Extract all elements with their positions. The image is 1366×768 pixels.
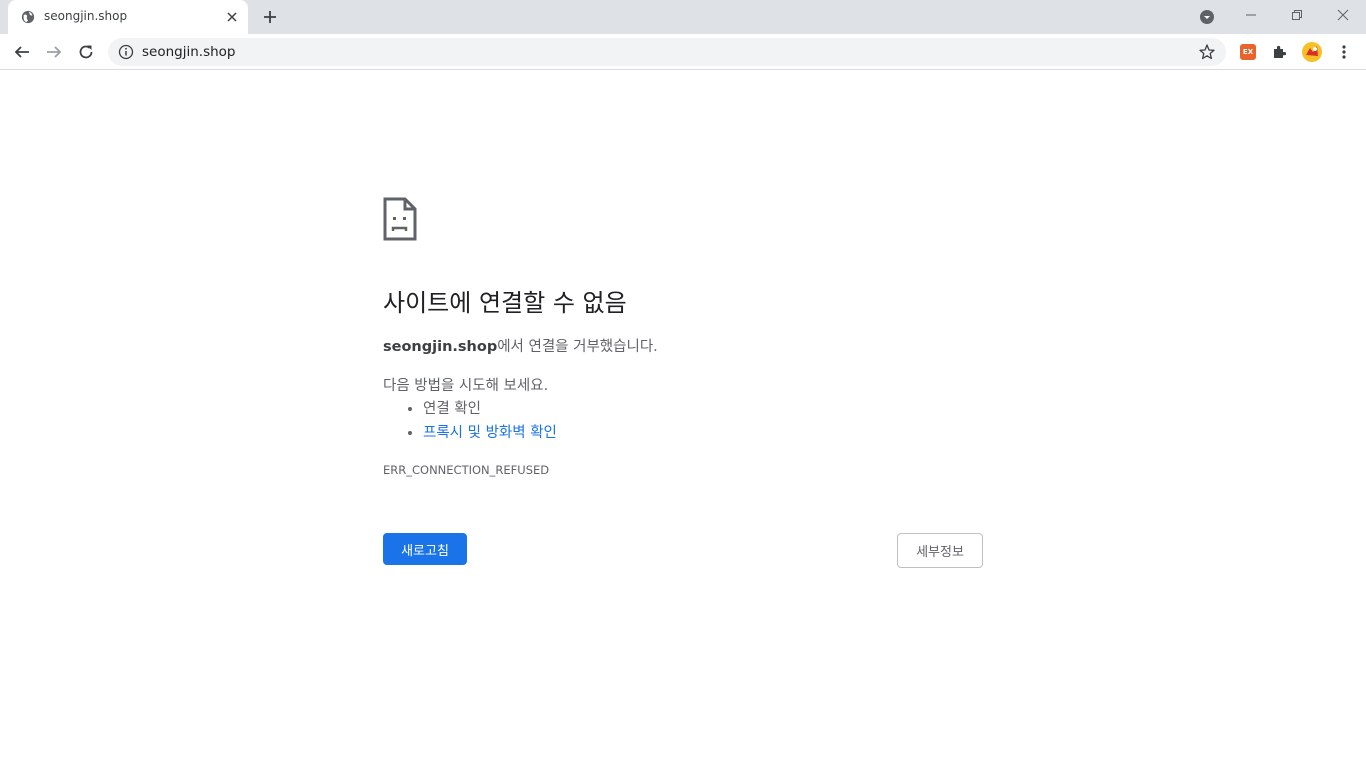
tab-title: seongjin.shop xyxy=(44,9,128,23)
close-window-button[interactable] xyxy=(1324,0,1362,30)
error-description: seongjin.shop에서 연결을 거부했습니다. xyxy=(383,335,658,356)
forward-button[interactable] xyxy=(42,40,66,64)
bookmark-star-icon[interactable] xyxy=(1198,43,1216,61)
suggestions-list: 연결 확인 프록시 및 방화벽 확인 xyxy=(383,397,557,445)
profile-avatar-button[interactable] xyxy=(1300,40,1324,64)
error-code: ERR_CONNECTION_REFUSED xyxy=(383,463,550,477)
error-host: seongjin.shop xyxy=(383,339,498,355)
url-text: seongjin.shop xyxy=(142,44,236,60)
new-tab-icon[interactable] xyxy=(260,7,280,27)
suggestion-check-connection: 연결 확인 xyxy=(423,397,557,421)
site-info-icon[interactable] xyxy=(118,44,134,60)
restore-button[interactable] xyxy=(1278,0,1316,30)
minimize-icon xyxy=(1246,14,1256,16)
details-button[interactable]: 세부정보 xyxy=(897,533,983,568)
profile-avatar-icon xyxy=(1302,42,1322,62)
back-arrow-icon xyxy=(14,46,29,58)
suggestion-check-proxy-firewall: 프록시 및 방화벽 확인 xyxy=(423,421,557,445)
more-vert-icon xyxy=(1342,45,1346,59)
back-button[interactable] xyxy=(10,40,34,64)
menu-button[interactable] xyxy=(1332,40,1356,64)
reload-icon xyxy=(79,45,93,59)
close-window-icon xyxy=(1337,9,1349,21)
tab-seongjin-shop[interactable]: seongjin.shop xyxy=(8,0,248,34)
error-page: 사이트에 연결할 수 없음 seongjin.shop에서 연결을 거부했습니다… xyxy=(0,71,1366,768)
minimize-button[interactable] xyxy=(1232,0,1270,30)
error-description-text: 에서 연결을 거부했습니다. xyxy=(497,339,658,355)
globe-icon xyxy=(21,10,35,24)
address-bar[interactable]: seongjin.shop xyxy=(108,38,1226,66)
ex-extension-icon[interactable]: EX xyxy=(1240,44,1256,60)
suggestion-text: 연결 확인 xyxy=(423,401,481,417)
extensions-button[interactable] xyxy=(1268,40,1292,64)
error-heading: 사이트에 연결할 수 없음 xyxy=(383,289,627,317)
check-proxy-firewall-link[interactable]: 프록시 및 방화벽 확인 xyxy=(423,425,557,441)
browser-toolbar: seongjin.shop EX xyxy=(0,34,1366,70)
suggestions-label: 다음 방법을 시도해 보세요. xyxy=(383,378,549,394)
ex-extension-label: EX xyxy=(1242,48,1254,56)
tab-search-button[interactable] xyxy=(1196,6,1218,28)
puzzle-piece-icon xyxy=(1274,45,1287,58)
reload-button[interactable]: 새로고침 xyxy=(383,533,467,565)
tab-search-icon xyxy=(1200,10,1214,24)
close-tab-icon[interactable] xyxy=(224,9,240,25)
tab-strip: seongjin.shop xyxy=(0,0,1366,34)
restore-icon xyxy=(1292,10,1302,20)
reload-toolbar-button[interactable] xyxy=(74,40,98,64)
forward-arrow-icon xyxy=(47,46,62,58)
sad-page-icon xyxy=(383,197,417,241)
